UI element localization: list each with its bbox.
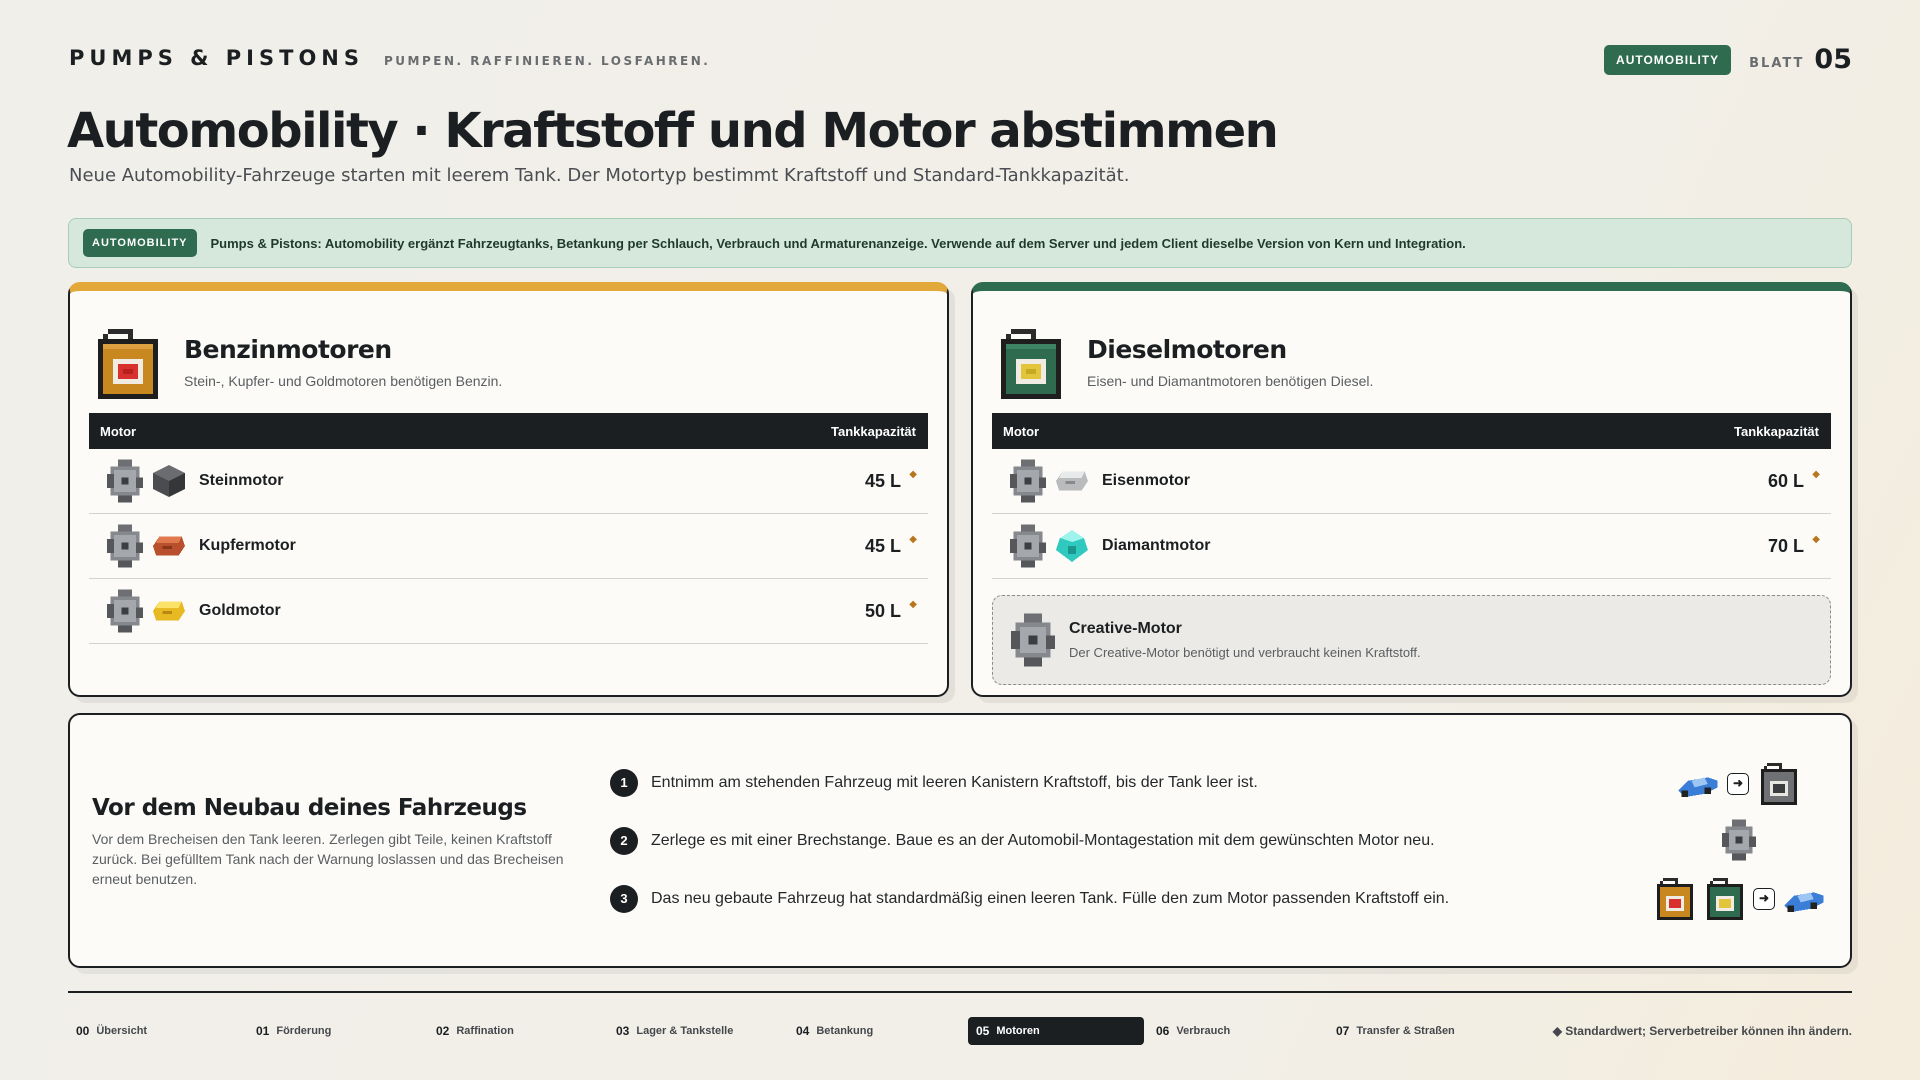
nav-item-lager[interactable]: 03 Lager & Tankstelle xyxy=(608,1017,733,1045)
default-value-marker: ◆ xyxy=(909,469,917,480)
default-value-marker: ◆ xyxy=(909,599,917,610)
table-row: Goldmotor 50 L ◆ xyxy=(89,579,928,644)
col-capacity: Tankkapazität xyxy=(830,423,916,439)
creative-engine-description: Der Creative-Motor benötigt und verbrauc… xyxy=(1069,645,1421,660)
col-capacity: Tankkapazität xyxy=(1733,423,1819,439)
rebuild-instructions-card: Vor dem Neubau deines Fahrzeugs Vor dem … xyxy=(68,713,1852,968)
arrow-icon: ➜ xyxy=(1727,773,1749,795)
brand-tagline: PUMPEN. RAFFINIEREN. LOSFAHREN. xyxy=(384,54,711,68)
gasoline-canister-icon xyxy=(98,329,158,399)
step-3: 3 Das neu gebaute Fahrzeug hat standardm… xyxy=(610,884,1449,914)
diamond-icon xyxy=(1056,530,1088,562)
default-value-marker: ◆ xyxy=(1812,469,1820,480)
tank-capacity: 60 L xyxy=(1767,470,1804,491)
info-banner: AUTOMOBILITY Pumps & Pistons: Automobili… xyxy=(68,218,1852,268)
engine-icon xyxy=(107,524,143,568)
sheet-navigation: 00 Übersicht 01 Förderung 02 Raffination 03… xyxy=(68,1017,1852,1045)
empty-canister-icon xyxy=(1761,763,1797,805)
iron-ingot-icon xyxy=(1056,471,1088,491)
engine-name: Steinmotor xyxy=(199,472,284,489)
car-icon xyxy=(1784,892,1824,913)
step-text: Zerlege es mit einer Brechstange. Baue e… xyxy=(651,832,1435,849)
default-value-marker: ◆ xyxy=(1812,534,1820,545)
sheet-info: AUTOMOBILITY BLATT 05 xyxy=(1604,44,1852,75)
gold-ingot-icon xyxy=(153,601,185,621)
engine-name: Eisenmotor xyxy=(1102,472,1191,489)
table-header: Motor Tankkapazität xyxy=(992,413,1831,449)
creative-engine-note: Creative-Motor Der Creative-Motor benöti… xyxy=(992,595,1831,685)
nav-item-verbrauch[interactable]: 06 Verbrauch xyxy=(1148,1017,1230,1045)
gasoline-engine-table: Motor Tankkapazität Steinmotor 45 L ◆ Ku… xyxy=(89,413,928,644)
nav-item-overview[interactable]: 00 Übersicht xyxy=(68,1017,147,1045)
step-2: 2 Zerlege es mit einer Brechstange. Baue… xyxy=(610,826,1435,856)
nav-item-transfer[interactable]: 07 Transfer & Straßen xyxy=(1328,1017,1455,1045)
table-header: Motor Tankkapazität xyxy=(89,413,928,449)
nav-item-raffination[interactable]: 02 Raffination xyxy=(428,1017,514,1045)
arrow-icon: ➜ xyxy=(1753,888,1775,910)
gasoline-canister-icon xyxy=(1657,878,1693,920)
automobility-badge: AUTOMOBILITY xyxy=(1604,44,1732,75)
table-row: Eisenmotor 60 L ◆ xyxy=(992,449,1831,514)
table-row: Diamantmotor 70 L ◆ xyxy=(992,514,1831,579)
tank-capacity: 50 L xyxy=(864,600,901,621)
engine-icon xyxy=(1722,819,1756,861)
creative-engine-title: Creative-Motor xyxy=(1069,620,1182,637)
col-engine: Motor xyxy=(100,423,137,439)
engine-icon xyxy=(1010,524,1046,568)
step-1-icons: ➜ xyxy=(1675,763,1797,805)
diesel-engine-table: Motor Tankkapazität Eisenmotor 60 L ◆ Di… xyxy=(992,413,1831,579)
step-number: 1 xyxy=(610,769,638,797)
col-engine: Motor xyxy=(1003,423,1040,439)
tank-capacity: 45 L xyxy=(864,470,901,491)
sheet-label: BLATT xyxy=(1749,56,1805,71)
car-icon xyxy=(1678,777,1718,798)
page-title: Automobility · Kraftstoff und Motor abst… xyxy=(67,103,1279,159)
brand-name: PUMPS & PISTONS xyxy=(69,46,364,70)
gasoline-description: Stein-, Kupfer- und Goldmotoren benötige… xyxy=(184,373,503,389)
gasoline-card-header: Benzinmotoren Stein-, Kupfer- und Goldmo… xyxy=(98,329,502,399)
gasoline-engines-card: Benzinmotoren Stein-, Kupfer- und Goldmo… xyxy=(68,282,949,697)
banner-text: Pumps & Pistons: Automobility ergänzt Fa… xyxy=(210,235,1466,251)
rebuild-title: Vor dem Neubau deines Fahrzeugs xyxy=(92,795,527,821)
step-text: Entnimm am stehenden Fahrzeug mit leeren… xyxy=(651,774,1258,791)
diesel-canister-icon xyxy=(1001,329,1061,399)
nav-item-betankung[interactable]: 04 Betankung xyxy=(788,1017,873,1045)
diesel-description: Eisen- und Diamantmotoren benötigen Dies… xyxy=(1087,373,1374,389)
creative-engine-icon xyxy=(1011,613,1055,667)
footer-divider xyxy=(68,991,1852,993)
diesel-title: Dieselmotoren xyxy=(1087,335,1287,364)
diesel-canister-icon xyxy=(1707,878,1743,920)
step-number: 3 xyxy=(610,885,638,913)
diesel-card-header: Dieselmotoren Eisen- und Diamantmotoren … xyxy=(1001,329,1373,399)
step-number: 2 xyxy=(610,827,638,855)
table-row: Kupfermotor 45 L ◆ xyxy=(89,514,928,579)
engine-name: Diamantmotor xyxy=(1102,537,1211,554)
tank-capacity: 70 L xyxy=(1767,535,1804,556)
engine-icon xyxy=(107,589,143,633)
nav-item-foerderung[interactable]: 01 Förderung xyxy=(248,1017,331,1045)
default-value-marker: ◆ xyxy=(909,534,917,545)
engine-name: Goldmotor xyxy=(199,602,281,619)
table-row: Steinmotor 45 L ◆ xyxy=(89,449,928,514)
step-text: Das neu gebaute Fahrzeug hat standardmäß… xyxy=(651,890,1450,907)
step-3-icons: ➜ xyxy=(1657,878,1827,920)
engine-icon xyxy=(1010,459,1046,503)
banner-badge: AUTOMOBILITY xyxy=(83,229,197,257)
engine-name: Kupfermotor xyxy=(199,537,296,554)
nav-item-motoren[interactable]: 05 Motoren xyxy=(968,1017,1144,1045)
copper-ingot-icon xyxy=(153,536,185,556)
step-1: 1 Entnimm am stehenden Fahrzeug mit leer… xyxy=(610,768,1258,798)
engine-icon xyxy=(107,459,143,503)
stone-block-icon xyxy=(153,465,185,497)
rebuild-description: Vor dem Brecheisen den Tank leeren. Zerl… xyxy=(92,831,564,887)
diesel-engines-card: Dieselmotoren Eisen- und Diamantmotoren … xyxy=(971,282,1852,697)
default-value-legend: ◆ Standardwert; Serverbetreiber können i… xyxy=(1552,1024,1852,1038)
brand: PUMPS & PISTONS PUMPEN. RAFFINIEREN. LOS… xyxy=(69,46,710,70)
tank-capacity: 45 L xyxy=(864,535,901,556)
step-2-icons xyxy=(1722,819,1756,861)
sheet-number: 05 xyxy=(1814,44,1852,75)
page-subtitle: Neue Automobility-Fahrzeuge starten mit … xyxy=(69,165,1130,186)
gasoline-title: Benzinmotoren xyxy=(184,335,392,364)
